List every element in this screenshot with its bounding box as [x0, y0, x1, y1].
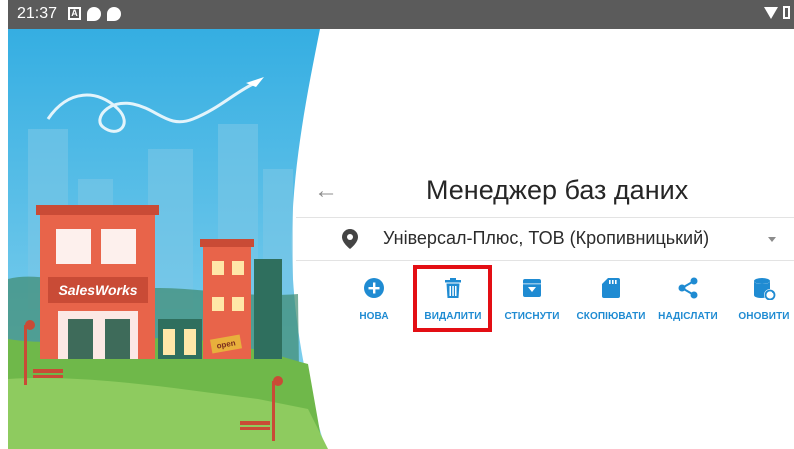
notification-dot-icon: [87, 7, 101, 21]
send-button-label: НАДІСЛАТИ: [658, 311, 718, 322]
store-sign: SalesWorks: [58, 282, 137, 298]
wifi-icon: [764, 6, 778, 19]
share-icon: [678, 277, 698, 299]
status-bar: 21:37 A: [8, 0, 794, 29]
left-edge: [0, 0, 8, 449]
divider-bottom: [296, 260, 794, 261]
archive-icon: [523, 279, 541, 297]
database-refresh-icon: [754, 278, 776, 300]
location-name: Універсал-Плюс, ТОВ (Кропивницький): [383, 228, 710, 248]
location-selector[interactable]: Універсал-Плюс, ТОВ (Кропивницький): [296, 217, 794, 260]
send-button[interactable]: НАДІСЛАТИ: [648, 274, 728, 334]
dropdown-arrow-icon: [768, 237, 776, 242]
status-icons: A: [68, 7, 121, 21]
notification-leaf-icon: [107, 7, 121, 21]
back-arrow-icon[interactable]: ←: [314, 179, 338, 203]
copy-button[interactable]: СКОПІЮВАТИ: [571, 274, 651, 334]
update-button[interactable]: ОНОВИТИ: [724, 274, 794, 334]
new-button[interactable]: НОВА: [334, 274, 414, 334]
update-button-label: ОНОВИТИ: [738, 311, 790, 322]
sd-card-icon: [602, 278, 620, 298]
compress-button-label: СТИСНУТИ: [504, 311, 560, 322]
compress-button[interactable]: СТИСНУТИ: [492, 274, 572, 334]
page-title: Менеджер баз даних: [426, 175, 689, 205]
add-circle-icon: [364, 278, 384, 298]
status-system-icons: [764, 6, 790, 19]
battery-icon: [783, 6, 790, 19]
new-button-label: НОВА: [359, 311, 389, 322]
action-toolbar: НОВА ВИДАЛИТИ СТИСНУТИ СКОПІЮВАТИ НАДІСЛ…: [296, 274, 794, 334]
notification-a-icon: A: [68, 7, 81, 20]
status-time: 21:37: [17, 5, 58, 22]
delete-highlight-box: [413, 265, 492, 332]
database-manager-panel: ← Менеджер баз даних Універсал-Плюс, ТОВ…: [296, 29, 794, 449]
location-pin-icon: [342, 229, 358, 249]
copy-button-label: СКОПІЮВАТИ: [576, 311, 646, 322]
